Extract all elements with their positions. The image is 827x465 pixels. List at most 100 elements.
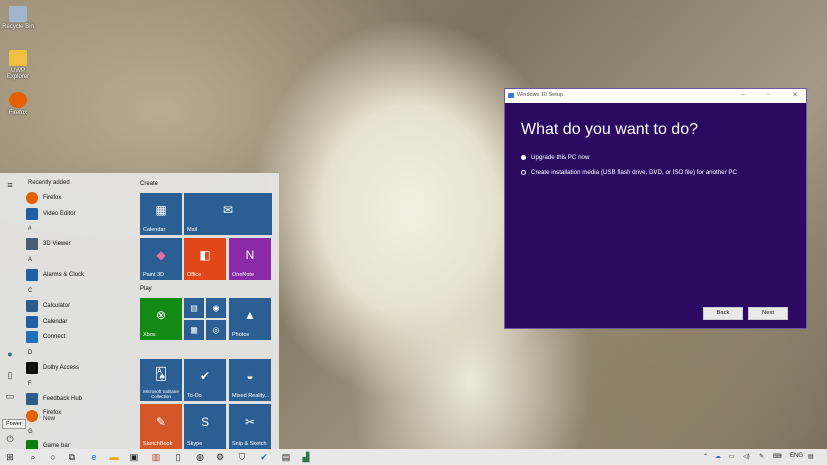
- folder-icon: [9, 50, 27, 66]
- tile-onenote[interactable]: N OneNote: [229, 238, 271, 280]
- tile-office[interactable]: ◧ Office: [184, 238, 226, 280]
- maximize-icon[interactable]: ▫: [767, 91, 769, 98]
- documents-icon[interactable]: ▯: [5, 370, 15, 380]
- radio-selected[interactable]: [521, 155, 526, 160]
- paint-3d-icon: ◆: [156, 247, 166, 262]
- close-icon[interactable]: ✕: [792, 91, 798, 99]
- desktop-icon-uwp-explorer[interactable]: UWP Explorer: [2, 50, 34, 80]
- app-3d-viewer[interactable]: 3D Viewer: [26, 237, 71, 251]
- section-hash: #: [28, 226, 32, 232]
- 3d-viewer-icon: [26, 238, 38, 250]
- firefox-icon: [26, 410, 38, 422]
- power-icon[interactable]: ⏻: [5, 434, 15, 444]
- cards-icon: 🂡: [154, 366, 168, 381]
- search-icon[interactable]: ⌕: [27, 452, 39, 462]
- app-label: Alarms & Clock: [43, 272, 85, 278]
- tile-photos[interactable]: ▲ Photos: [229, 298, 271, 340]
- tile-paint-3d[interactable]: ◆ Paint 3D: [140, 238, 182, 280]
- task-view-icon[interactable]: ⧉: [66, 452, 78, 462]
- settings-gear-icon[interactable]: ⚙: [214, 452, 226, 462]
- setup-taskbar-icon[interactable]: ▟: [300, 452, 312, 462]
- pencil-icon: ✎: [155, 415, 167, 429]
- skype-icon: S: [200, 415, 210, 429]
- windows-start-icon[interactable]: ⊞: [4, 452, 16, 462]
- app-alarms-clock[interactable]: Alarms & Clock: [26, 268, 84, 282]
- option-create-media[interactable]: Create installation media (USB flash dri…: [521, 169, 737, 176]
- next-button[interactable]: Next: [748, 307, 788, 320]
- xbox-icon: ⊗: [155, 307, 167, 322]
- option-upgrade[interactable]: Upgrade this PC now: [521, 154, 589, 161]
- keyboard-icon[interactable]: ⌨: [773, 453, 782, 460]
- app-firefox[interactable]: Firefox: [26, 191, 61, 205]
- app-label: Dolby Access: [43, 365, 80, 371]
- edge-icon[interactable]: e: [88, 452, 100, 462]
- app-connect[interactable]: Connect: [26, 330, 65, 344]
- pen-icon[interactable]: ✎: [759, 453, 764, 460]
- tile-label: OneNote: [232, 272, 255, 278]
- language-indicator[interactable]: ENG: [790, 453, 803, 459]
- start-rail: ≡ ● ▯ ▭ ⏻: [0, 173, 20, 449]
- radio-unselected[interactable]: [521, 170, 526, 175]
- app-calculator[interactable]: Calculator: [26, 299, 70, 313]
- power-tooltip: Power: [2, 419, 26, 429]
- window-title-bar: Windows 10 Setup – ▫ ✕: [505, 89, 806, 103]
- tile-label: Mixed Reality...: [232, 393, 270, 399]
- show-hidden-icons-icon[interactable]: ⌃: [703, 453, 708, 460]
- hamburger-menu-icon[interactable]: ≡: [5, 180, 15, 190]
- tile-mixed-reality[interactable]: ◒ Mixed Reality...: [229, 359, 271, 401]
- taskbar: ⊞ ⌕ ○ ⧉ e ▬ ▣ ▥ ▯ ◍ ⚙ ⛉ ✔ ▤ ▟ ⌃ ☁ ▭ ◁) ✎…: [0, 449, 827, 465]
- notepad-icon[interactable]: ▤: [280, 452, 292, 462]
- action-center-icon[interactable]: ▤: [808, 453, 814, 460]
- photos-icon: ▲: [244, 307, 256, 322]
- group-title-play: Play: [140, 286, 152, 292]
- shield-icon[interactable]: ⛉: [236, 452, 248, 462]
- app-label: Feedback Hub: [43, 396, 83, 402]
- film-icon: ▤: [190, 303, 198, 313]
- tile-movies[interactable]: ▤: [184, 298, 204, 318]
- app-feedback-hub[interactable]: Feedback Hub: [26, 392, 82, 406]
- user-avatar-icon[interactable]: ●: [5, 349, 15, 359]
- tile-sketchbook[interactable]: ✎ SketchBook: [140, 404, 182, 449]
- app-label: Connect: [43, 334, 66, 340]
- section-a: A: [28, 257, 33, 263]
- tile-maps[interactable]: ◎: [206, 320, 226, 340]
- music-icon: ◉: [212, 303, 220, 313]
- tile-groove[interactable]: ◉: [206, 298, 226, 318]
- todo-check-icon[interactable]: ✔: [258, 452, 270, 462]
- app-calendar[interactable]: Calendar: [26, 315, 67, 329]
- file-explorer-icon[interactable]: ▬: [108, 452, 120, 462]
- cortana-icon[interactable]: ○: [47, 452, 59, 462]
- pictures-icon[interactable]: ▭: [5, 391, 15, 401]
- app-list: Recently added Firefox Video Editor # 3D…: [22, 173, 134, 452]
- onedrive-icon[interactable]: ☁: [715, 453, 721, 460]
- tile-label: Xbox: [143, 332, 156, 338]
- minimize-icon[interactable]: –: [741, 91, 745, 98]
- tile-solitaire[interactable]: 🂡 Microsoft Solitaire Collection: [140, 359, 182, 401]
- store-icon[interactable]: ▣: [128, 452, 140, 462]
- tile-label: Calendar: [143, 227, 166, 233]
- onenote-icon: N: [245, 247, 255, 262]
- winrar-icon[interactable]: ▥: [150, 452, 162, 462]
- tile-snip-sketch[interactable]: ✂ Snip & Sketch: [229, 404, 271, 449]
- office-icon: ◧: [199, 247, 211, 262]
- desktop-icon-label: Firefox: [8, 110, 28, 116]
- tile-label: Snip & Sketch: [232, 441, 267, 447]
- network-icon[interactable]: ▭: [729, 453, 735, 460]
- tile-calculator[interactable]: ▦: [184, 320, 204, 340]
- volume-icon[interactable]: ◁): [743, 453, 750, 460]
- desktop-icon-firefox[interactable]: Firefox: [2, 92, 34, 116]
- tile-todo[interactable]: ✔ To-Do: [184, 359, 226, 401]
- tile-xbox[interactable]: ⊗ Xbox: [140, 298, 182, 340]
- app-dolby-access[interactable]: Dolby Access: [26, 361, 79, 375]
- tile-skype[interactable]: S Skype: [184, 404, 226, 449]
- desktop-icon-recycle-bin[interactable]: Recycle Bin: [2, 6, 34, 30]
- tile-mail[interactable]: ✉ Mail: [184, 193, 272, 235]
- phone-icon[interactable]: ▯: [172, 452, 184, 462]
- app-firefox-new[interactable]: Firefox New: [26, 408, 61, 424]
- tile-calendar[interactable]: ▦ Calendar: [140, 193, 182, 235]
- back-button[interactable]: Back: [703, 307, 743, 320]
- app-new-badge: New: [43, 416, 56, 422]
- calendar-icon: [26, 316, 38, 328]
- app-video-editor[interactable]: Video Editor: [26, 207, 76, 221]
- game-controller-icon[interactable]: ◍: [194, 452, 206, 462]
